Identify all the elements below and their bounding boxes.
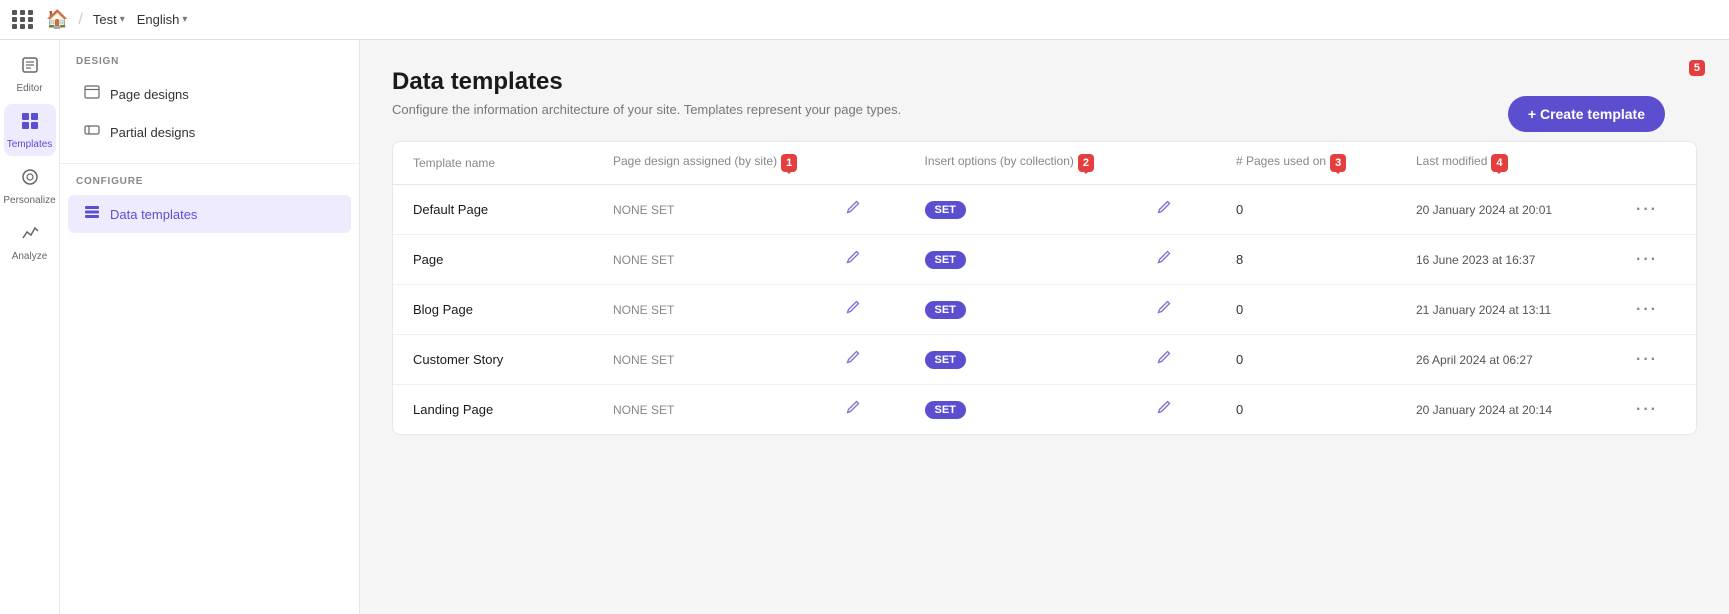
partial-designs-label: Partial designs: [110, 125, 195, 140]
data-templates-icon: [84, 204, 100, 224]
row-page-design: NONE SET: [613, 253, 845, 267]
templates-icon: [20, 111, 40, 136]
table-row: Default Page NONE SET SET 0 20 January 2…: [393, 185, 1696, 235]
sidebar-templates-label: Templates: [7, 139, 53, 150]
row-pages-used: 0: [1236, 352, 1416, 367]
annotation-badge-3: 3: [1330, 154, 1346, 172]
data-table: Template name Page design assigned (by s…: [392, 141, 1697, 435]
design-section-title: DESIGN: [60, 56, 359, 75]
row-more-button[interactable]: ···: [1636, 201, 1676, 219]
configure-section-title: CONFIGURE: [60, 176, 359, 195]
site-label: Test: [93, 12, 117, 27]
row-name: Default Page: [413, 202, 613, 217]
language-selector[interactable]: English ▾: [137, 12, 188, 27]
row-insert-edit[interactable]: [1156, 299, 1236, 320]
table-header: Template name Page design assigned (by s…: [393, 142, 1696, 185]
row-pages-used: 8: [1236, 252, 1416, 267]
data-templates-label: Data templates: [110, 207, 197, 222]
annotation-badge-5: 5: [1689, 60, 1705, 76]
annotation-badge-4: 4: [1491, 154, 1507, 172]
row-insert-edit[interactable]: [1156, 399, 1236, 420]
row-name: Landing Page: [413, 402, 613, 417]
left-panel: DESIGN Page designs Partial designs CONF…: [60, 40, 360, 614]
sidebar-editor-label: Editor: [16, 83, 42, 94]
row-insert-badge: SET: [925, 200, 1157, 219]
row-insert-edit[interactable]: [1156, 249, 1236, 270]
row-last-modified: 20 January 2024 at 20:01: [1416, 203, 1636, 217]
site-chevron-icon: ▾: [120, 14, 125, 25]
annotation-badge-1: 1: [781, 154, 797, 172]
personalize-icon: [20, 167, 40, 192]
row-insert-edit[interactable]: [1156, 349, 1236, 370]
row-insert-edit[interactable]: [1156, 199, 1236, 220]
table-row: Blog Page NONE SET SET 0 21 January 2024…: [393, 285, 1696, 335]
row-name: Customer Story: [413, 352, 613, 367]
header-last-modified: Last modified 4: [1416, 154, 1636, 172]
row-page-design-edit[interactable]: [845, 399, 925, 420]
lang-label: English: [137, 12, 180, 27]
row-more-button[interactable]: ···: [1636, 401, 1676, 419]
annotation-badge-2: 2: [1078, 154, 1094, 172]
partial-designs-icon: [84, 122, 100, 142]
page-title: Data templates: [392, 68, 1697, 96]
row-pages-used: 0: [1236, 302, 1416, 317]
row-insert-badge: SET: [925, 400, 1157, 419]
create-template-button[interactable]: + Create template: [1508, 96, 1665, 132]
lang-chevron-icon: ▾: [182, 14, 187, 25]
row-last-modified: 21 January 2024 at 13:11: [1416, 303, 1636, 317]
header-template-name: Template name: [413, 156, 613, 170]
create-button-wrap: + Create template 5: [1540, 68, 1697, 104]
row-page-design: NONE SET: [613, 403, 845, 417]
row-page-design-edit[interactable]: [845, 249, 925, 270]
analyze-icon: [20, 223, 40, 248]
row-more-button[interactable]: ···: [1636, 301, 1676, 319]
page-designs-icon: [84, 84, 100, 104]
page-designs-label: Page designs: [110, 87, 189, 102]
editor-icon: [20, 55, 40, 80]
top-nav: 🏠 / Test ▾ English ▾: [0, 0, 1729, 40]
sidebar-item-templates[interactable]: Templates: [4, 104, 56, 156]
left-menu-partial-designs[interactable]: Partial designs: [68, 113, 351, 151]
home-icon[interactable]: 🏠: [46, 9, 68, 30]
row-page-design: NONE SET: [613, 303, 845, 317]
row-more-button[interactable]: ···: [1636, 251, 1676, 269]
sidebar-item-editor[interactable]: Editor: [4, 48, 56, 100]
row-page-design-edit[interactable]: [845, 199, 925, 220]
left-panel-divider: [60, 163, 359, 164]
table-row: Landing Page NONE SET SET 0 20 January 2…: [393, 385, 1696, 434]
grid-menu-icon[interactable]: [12, 10, 34, 29]
row-name: Blog Page: [413, 302, 613, 317]
left-menu-data-templates[interactable]: Data templates: [68, 195, 351, 233]
row-insert-badge: SET: [925, 350, 1157, 369]
page-subtitle: Configure the information architecture o…: [392, 102, 1697, 117]
row-pages-used: 0: [1236, 402, 1416, 417]
content-area: Data templates Configure the information…: [360, 40, 1729, 614]
header-pages-used: # Pages used on 3: [1236, 154, 1416, 172]
row-last-modified: 16 June 2023 at 16:37: [1416, 253, 1636, 267]
table-rows: Default Page NONE SET SET 0 20 January 2…: [393, 185, 1696, 434]
row-name: Page: [413, 252, 613, 267]
row-page-design: NONE SET: [613, 203, 845, 217]
row-page-design: NONE SET: [613, 353, 845, 367]
sidebar-personalize-label: Personalize: [3, 195, 55, 206]
row-last-modified: 20 January 2024 at 20:14: [1416, 403, 1636, 417]
table-row: Page NONE SET SET 8 16 June 2023 at 16:3…: [393, 235, 1696, 285]
header-page-design: Page design assigned (by site) 1: [613, 154, 845, 172]
row-insert-badge: SET: [925, 250, 1157, 269]
row-more-button[interactable]: ···: [1636, 351, 1676, 369]
table-row: Customer Story NONE SET SET 0 26 April 2…: [393, 335, 1696, 385]
sidebar-item-analyze[interactable]: Analyze: [4, 216, 56, 268]
row-last-modified: 26 April 2024 at 06:27: [1416, 353, 1636, 367]
row-page-design-edit[interactable]: [845, 299, 925, 320]
site-selector[interactable]: Test ▾: [93, 12, 125, 27]
sidebar: Editor Templates Personalize Analyze: [0, 40, 60, 614]
row-pages-used: 0: [1236, 202, 1416, 217]
row-insert-badge: SET: [925, 300, 1157, 319]
sidebar-analyze-label: Analyze: [12, 251, 48, 262]
row-page-design-edit[interactable]: [845, 349, 925, 370]
left-menu-page-designs[interactable]: Page designs: [68, 75, 351, 113]
header-insert-options: Insert options (by collection) 2: [925, 154, 1157, 172]
sidebar-item-personalize[interactable]: Personalize: [4, 160, 56, 212]
